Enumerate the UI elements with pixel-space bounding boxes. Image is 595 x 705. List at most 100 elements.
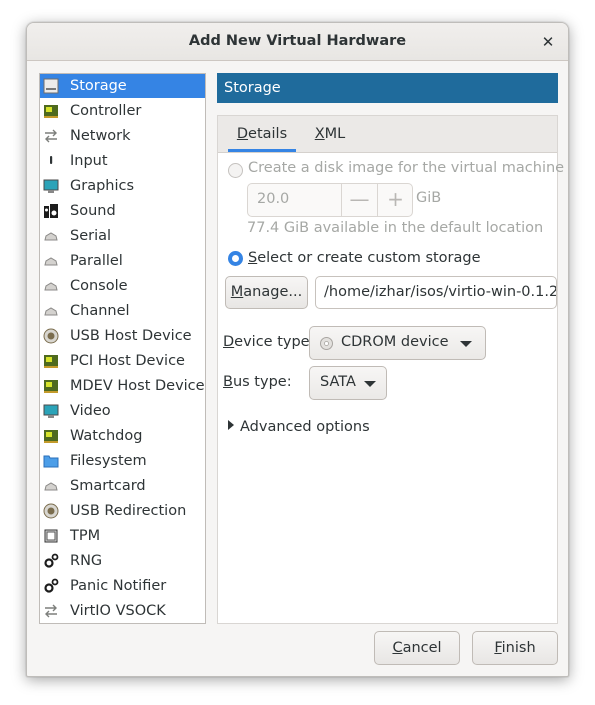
manage-button[interactable]: Manage... [225,276,308,309]
chevron-down-icon [364,381,376,387]
sidebar-item-virtio-vsock[interactable]: VirtIO VSOCK [40,599,205,623]
add-hardware-dialog: Add New Virtual Hardware ✕ Storage Contro… [26,22,569,677]
sidebar-item-label: Parallel [70,253,123,269]
create-disk-radio[interactable] [228,163,243,178]
device-type-label: Device type: [223,334,315,350]
sidebar-item-graphics[interactable]: Graphics [40,174,205,198]
tab-details[interactable]: Details [228,116,296,152]
watchdog-icon [43,428,59,444]
channel-icon [43,303,59,319]
monitor-icon [43,178,59,194]
bus-type-label: Bus type: [223,374,292,390]
sidebar-item-console[interactable]: Console [40,274,205,298]
section-header: Storage [217,73,558,103]
chevron-down-icon [460,341,472,347]
sidebar-item-usb-host-device[interactable]: USB Host Device [40,324,205,348]
sidebar-item-parallel[interactable]: Parallel [40,249,205,273]
disk-size-value: 20.0 [257,191,290,207]
usb-redirection-icon [43,503,59,519]
tab-xml[interactable]: XML [306,116,354,152]
cancel-button[interactable]: Cancel [374,631,460,665]
sidebar-item-rng[interactable]: RNG [40,549,205,573]
device-type-dropdown[interactable]: CDROM device [309,326,486,360]
mouse-icon [43,153,59,169]
finish-button[interactable]: Finish [472,631,558,665]
sidebar-item-label: VirtIO VSOCK [70,603,166,619]
sidebar-item-sound[interactable]: Sound [40,199,205,223]
size-unit: GiB [416,190,442,206]
disk-size-spinbutton[interactable]: 20.0 — + [247,183,413,217]
bus-type-value: SATA [320,374,356,390]
folder-icon [43,453,59,469]
sidebar-item-label: USB Redirection [70,503,187,519]
sidebar-item-channel[interactable]: Channel [40,299,205,323]
tpm-chip-icon [43,528,59,544]
close-button[interactable]: ✕ [538,32,558,52]
sidebar-item-storage[interactable]: Storage [40,74,205,98]
bus-type-dropdown[interactable]: SATA [309,366,387,400]
custom-storage-radio[interactable] [228,251,243,266]
sidebar-item-label: Smartcard [70,478,146,494]
panic-gear-icon [43,578,59,594]
hardware-list: Storage Controller Network Input Graphics Sou… [39,73,206,624]
speaker-icon [43,203,59,219]
close-icon: ✕ [541,33,555,51]
storage-icon [43,78,59,94]
sidebar-item-label: Controller [70,103,142,119]
sidebar-item-label: Channel [70,303,130,319]
sidebar-item-tpm[interactable]: TPM [40,524,205,548]
decrease-button[interactable]: — [341,184,377,216]
smartcard-icon [43,478,59,494]
sidebar-item-video[interactable]: Video [40,399,205,423]
vsock-icon [43,603,59,619]
serial-icon [43,228,59,244]
custom-storage-label: Select or create custom storage [248,250,481,266]
notebook: Details XML Create a disk image for the … [217,115,564,624]
sidebar-item-input[interactable]: Input [40,149,205,173]
advanced-options-expander[interactable]: Advanced options [228,419,370,435]
sidebar-item-mdev-host-device[interactable]: MDEV Host Device [40,374,205,398]
sidebar-item-label: Input [70,153,108,169]
sidebar-item-panic-notifier[interactable]: Panic Notifier [40,574,205,598]
sidebar-item-pci-host-device[interactable]: PCI Host Device [40,349,205,373]
tab-bar: Details XML [218,116,557,153]
sidebar-item-label: Storage [70,78,127,94]
sidebar-item-label: Network [70,128,131,144]
device-type-value: CDROM device [341,334,449,350]
sidebar-item-label: Console [70,278,128,294]
sidebar-item-smartcard[interactable]: Smartcard [40,474,205,498]
expander-arrow-icon [228,420,234,430]
sidebar-item-label: Watchdog [70,428,143,444]
window-title: Add New Virtual Hardware [188,33,407,49]
sidebar-item-filesystem[interactable]: Filesystem [40,449,205,473]
sidebar-item-label: Filesystem [70,453,147,469]
mdev-icon [43,378,59,394]
console-icon [43,278,59,294]
parallel-icon [43,253,59,269]
sidebar-item-label: Sound [70,203,116,219]
titlebar: Add New Virtual Hardware ✕ [27,23,568,61]
sidebar-item-serial[interactable]: Serial [40,224,205,248]
cdrom-icon [320,337,333,350]
advanced-options-label: Advanced options [240,419,370,435]
available-space-text: 77.4 GiB available in the default locati… [247,220,544,236]
sidebar-item-watchdog[interactable]: Watchdog [40,424,205,448]
sidebar-item-label: MDEV Host Device [70,378,205,394]
sidebar-item-label: RNG [70,553,103,569]
sidebar-item-label: Graphics [70,178,135,194]
create-disk-label: Create a disk image for the virtual mach… [248,160,565,176]
sidebar-item-label: Video [70,403,111,419]
sidebar-item-label: TPM [70,528,101,544]
increase-button[interactable]: + [377,184,413,216]
sidebar-item-label: PCI Host Device [70,353,185,369]
network-icon [43,128,59,144]
sidebar-item-label: Serial [70,228,112,244]
sidebar-item-controller[interactable]: Controller [40,99,205,123]
sidebar-item-label: USB Host Device [70,328,192,344]
usb-icon [43,328,59,344]
storage-path-input[interactable]: /home/izhar/isos/virtio-win-0.1.22 [315,276,557,309]
controller-icon [43,103,59,119]
pci-icon [43,353,59,369]
sidebar-item-network[interactable]: Network [40,124,205,148]
sidebar-item-usb-redirection[interactable]: USB Redirection [40,499,205,523]
